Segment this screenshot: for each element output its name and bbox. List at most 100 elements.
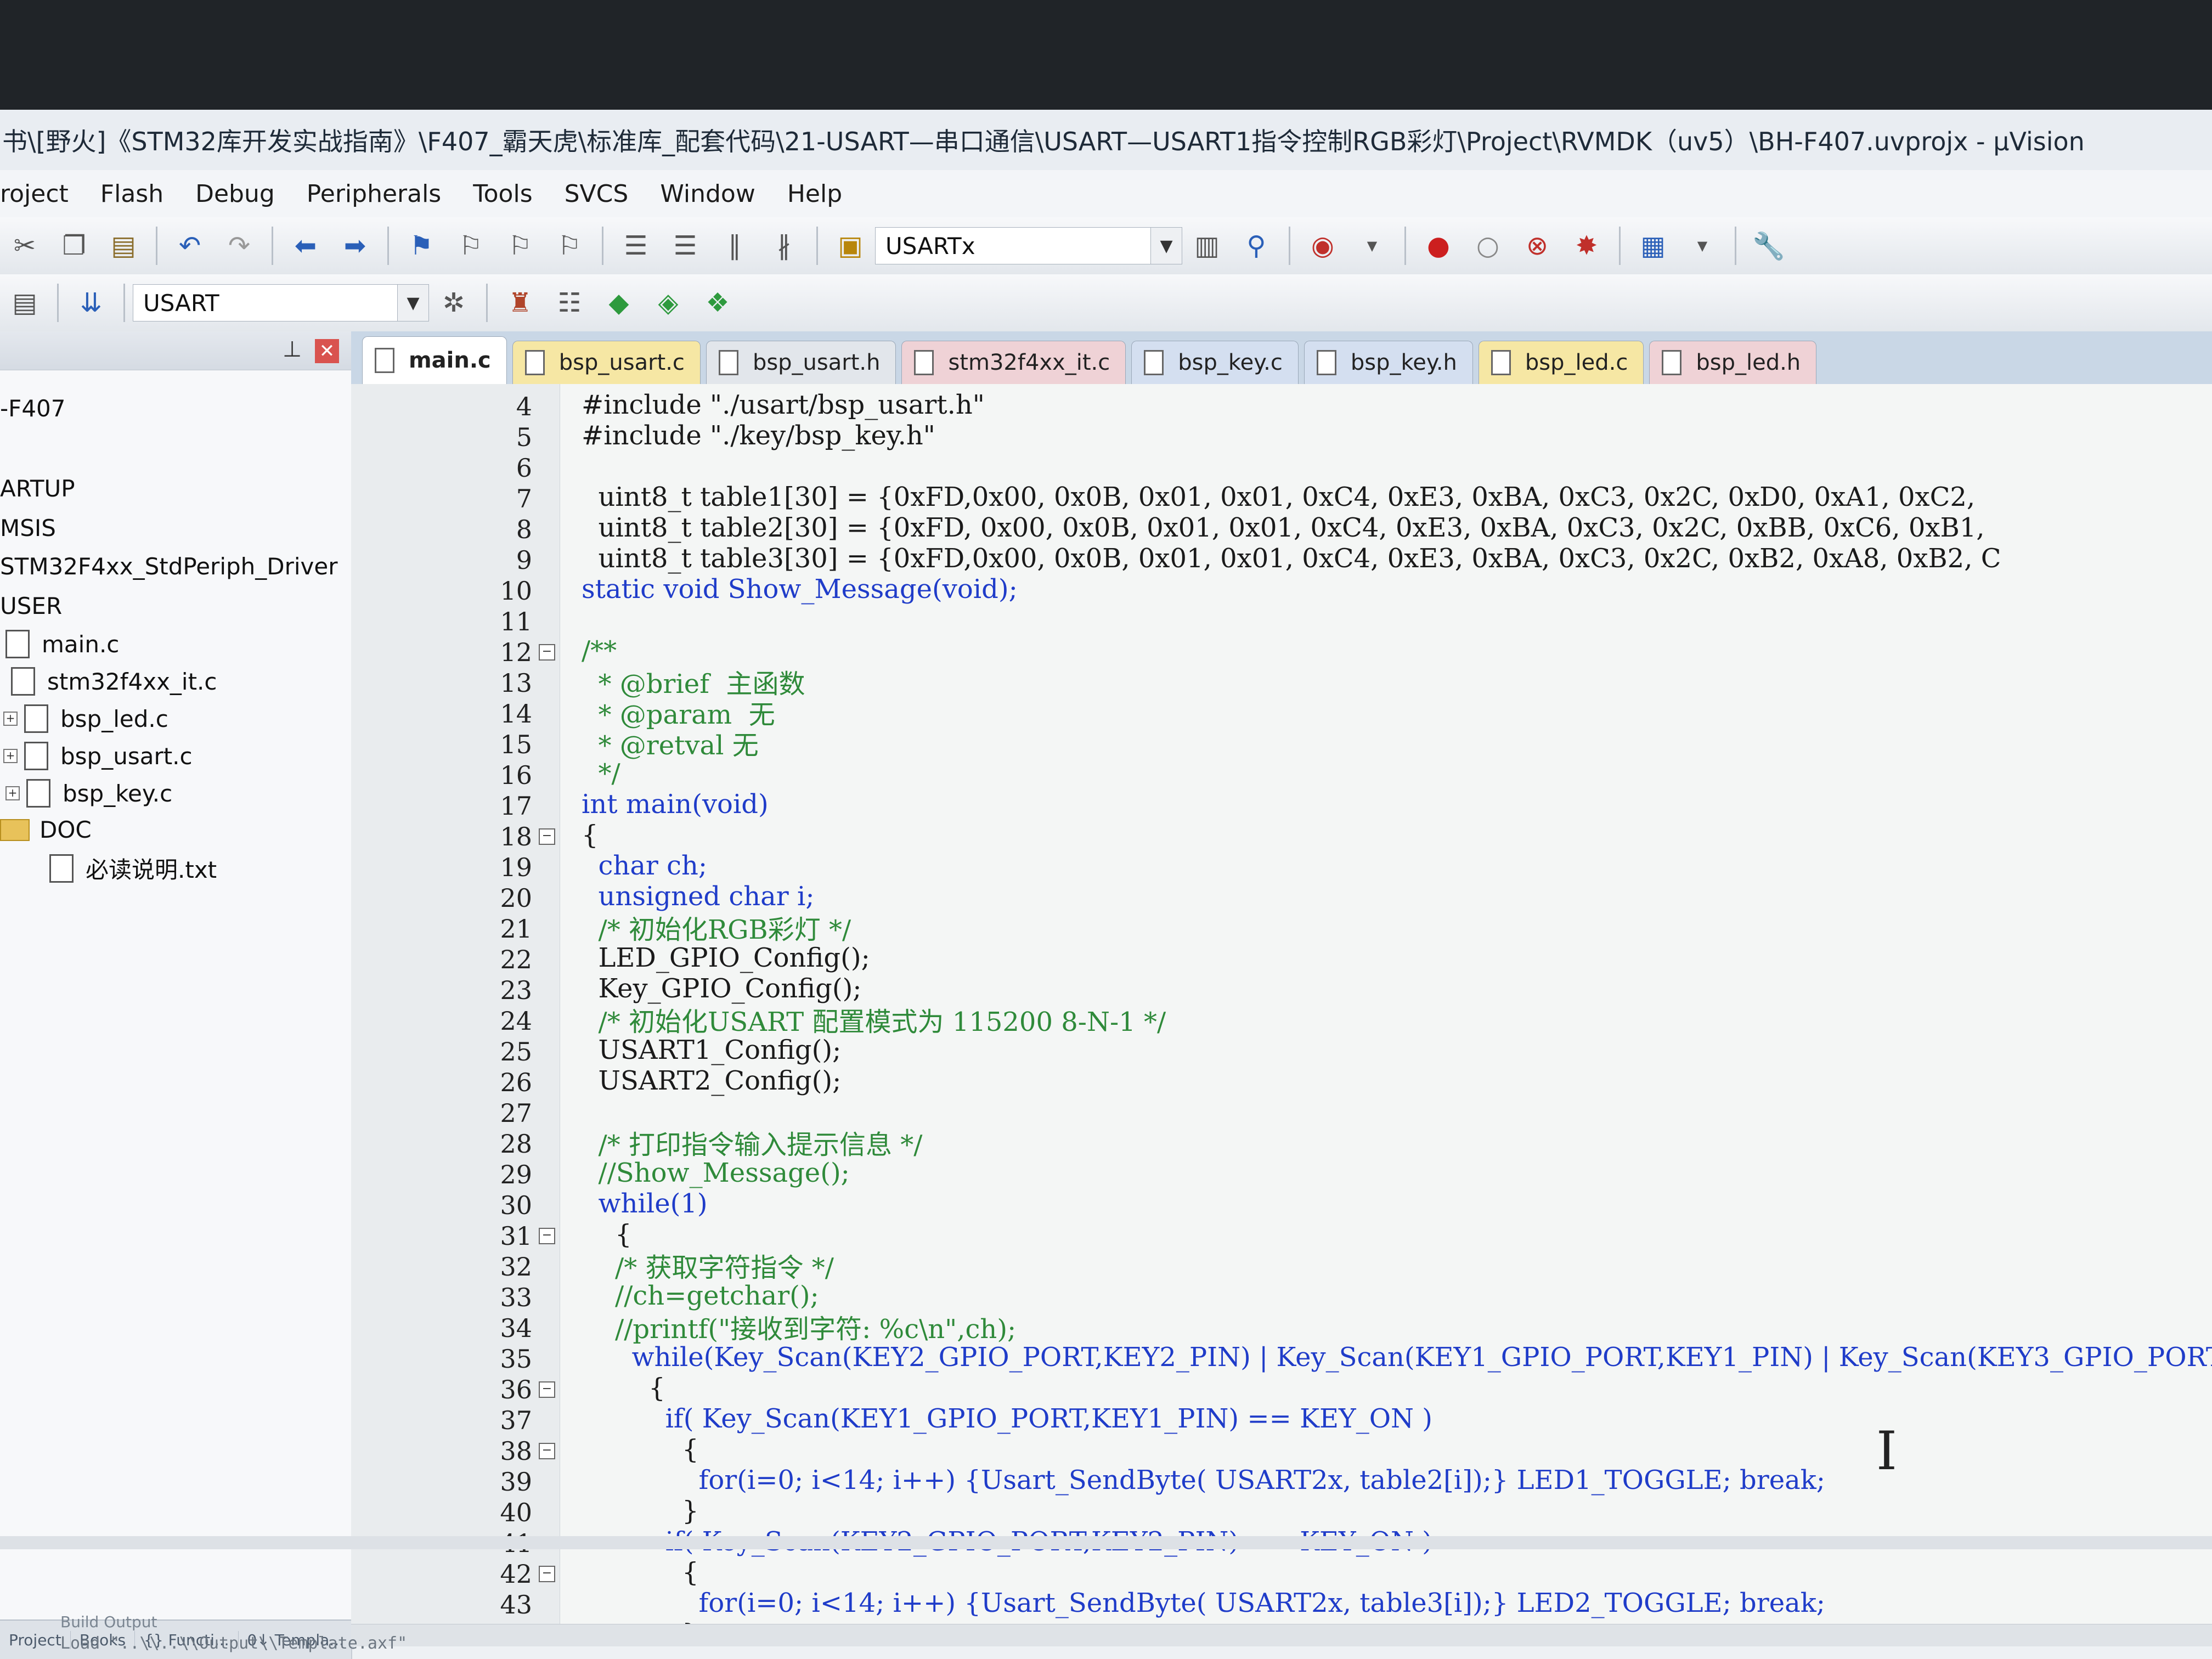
- chevron-down-icon[interactable]: ▼: [1150, 228, 1182, 264]
- tree-group-doc[interactable]: DOC: [0, 816, 92, 843]
- code-line[interactable]: USART1_Config();: [582, 1035, 842, 1065]
- undo-icon[interactable]: ↶: [171, 227, 209, 265]
- tree-group-startup[interactable]: ARTUP: [0, 475, 75, 502]
- code-line[interactable]: * @brief 主函数: [582, 666, 805, 699]
- code-line[interactable]: uint8_t table2[30] = {0xFD, 0x00, 0x0B, …: [582, 512, 1985, 543]
- tree-file-bsp-led[interactable]: + bsp_led.c: [3, 704, 168, 733]
- fold-toggle-icon[interactable]: −: [539, 828, 555, 845]
- menu-window[interactable]: Window: [660, 180, 755, 208]
- breakpoint-disable-all-icon[interactable]: ⊗: [1518, 227, 1556, 265]
- expand-icon[interactable]: +: [3, 749, 18, 763]
- paste-icon[interactable]: ▤: [104, 227, 143, 265]
- fold-toggle-icon[interactable]: −: [539, 1443, 555, 1459]
- select-packs-icon[interactable]: ◆: [600, 284, 638, 322]
- code-line[interactable]: {: [582, 1557, 699, 1588]
- bookmark-insert-icon[interactable]: ⚑: [402, 227, 441, 265]
- code-line[interactable]: //ch=getchar();: [582, 1280, 819, 1311]
- code-line[interactable]: * @retval 无: [582, 727, 759, 761]
- comment-icon[interactable]: ∥: [715, 227, 754, 265]
- editor-tab[interactable]: bsp_key.h: [1304, 341, 1473, 384]
- close-icon[interactable]: ✕: [315, 339, 339, 363]
- code-line[interactable]: unsigned char i;: [582, 881, 815, 912]
- code-line[interactable]: //Show_Message();: [582, 1158, 850, 1188]
- manage-components-icon[interactable]: ☷: [550, 284, 589, 322]
- code-line[interactable]: #include "./key/bsp_key.h": [582, 420, 935, 451]
- menu-tools[interactable]: Tools: [473, 180, 532, 208]
- code-line[interactable]: uint8_t table3[30] = {0xFD,0x00, 0x0B, 0…: [582, 543, 2001, 574]
- tree-file-readme[interactable]: 必读说明.txt: [49, 851, 217, 885]
- editor-tab[interactable]: main.c: [362, 336, 507, 384]
- bookmark-clear-icon[interactable]: ⚐: [550, 227, 589, 265]
- code-line[interactable]: /**: [582, 635, 617, 666]
- code-line[interactable]: /* 初始化RGB彩灯 */: [582, 912, 851, 945]
- fold-toggle-icon[interactable]: −: [539, 1381, 555, 1398]
- code-line[interactable]: int main(void): [582, 789, 769, 820]
- debug-session-icon[interactable]: ◉: [1304, 227, 1342, 265]
- code-line[interactable]: }: [582, 1618, 699, 1624]
- code-line[interactable]: while(Key_Scan(KEY2_GPIO_PORT,KEY2_PIN) …: [582, 1342, 2212, 1373]
- bookmark-prev-icon[interactable]: ⚐: [452, 227, 490, 265]
- tree-file-main[interactable]: main.c: [5, 630, 119, 658]
- menu-svcs[interactable]: SVCS: [565, 180, 629, 208]
- bookmark-next-icon[interactable]: ⚐: [501, 227, 539, 265]
- menu-help[interactable]: Help: [787, 180, 842, 208]
- code-line[interactable]: {: [582, 820, 599, 850]
- tree-file-stm32f4xx-it[interactable]: stm32f4xx_it.c: [11, 667, 217, 696]
- tree-root[interactable]: -F407: [0, 395, 65, 422]
- editor-tab[interactable]: bsp_usart.h: [706, 341, 896, 384]
- copy-icon[interactable]: ❐: [55, 227, 93, 265]
- window-layout-icon[interactable]: ▦: [1634, 227, 1672, 265]
- tree-file-bsp-key[interactable]: + bsp_key.c: [5, 779, 172, 808]
- code-line[interactable]: Key_GPIO_Config();: [582, 973, 862, 1004]
- pack-installer-icon[interactable]: ◈: [649, 284, 687, 322]
- chevron-down-icon[interactable]: ▼: [1353, 227, 1391, 265]
- navigate-forward-icon[interactable]: ➡: [336, 227, 374, 265]
- tree-group-user[interactable]: USER: [0, 592, 62, 619]
- code-line[interactable]: #include "./usart/bsp_usart.h": [582, 390, 985, 420]
- pin-icon[interactable]: ⊥: [283, 337, 302, 362]
- editor-tab[interactable]: bsp_led.c: [1478, 341, 1644, 384]
- code-line[interactable]: */: [582, 758, 620, 789]
- code-line[interactable]: uint8_t table1[30] = {0xFD,0x00, 0x0B, 0…: [582, 482, 1976, 512]
- indent-icon[interactable]: ☰: [617, 227, 655, 265]
- menu-project[interactable]: roject: [0, 180, 69, 208]
- code-line[interactable]: * @param 无: [582, 697, 775, 730]
- unindent-icon[interactable]: ☰: [666, 227, 704, 265]
- editor-tab[interactable]: stm32f4xx_it.c: [901, 341, 1126, 384]
- code-line[interactable]: static void Show_Message(void);: [582, 574, 1018, 605]
- breakpoint-kill-all-icon[interactable]: ✸: [1567, 227, 1606, 265]
- configure-icon[interactable]: 🔧: [1750, 227, 1788, 265]
- incremental-find-icon[interactable]: ▥: [1188, 227, 1226, 265]
- find-in-files-icon[interactable]: ▣: [831, 227, 870, 265]
- menu-peripherals[interactable]: Peripherals: [307, 180, 441, 208]
- editor-tab[interactable]: bsp_usart.c: [512, 341, 701, 384]
- code-line[interactable]: LED_GPIO_Config();: [582, 943, 870, 973]
- expand-icon[interactable]: +: [5, 786, 20, 800]
- tree-group-cmsis[interactable]: MSIS: [0, 515, 56, 541]
- navigate-back-icon[interactable]: ⬅: [286, 227, 325, 265]
- editor-tab[interactable]: bsp_key.c: [1131, 341, 1299, 384]
- chevron-down-icon[interactable]: ▼: [397, 285, 428, 321]
- download-load-icon[interactable]: ⇊: [72, 284, 110, 322]
- breakpoint-enable-icon[interactable]: ○: [1469, 227, 1507, 265]
- code-editor[interactable]: 4 5 6 7 8 9 10 11 12−13 14 15 16 17 18−19 20 21 22 23 24 25…: [351, 384, 2212, 1624]
- find-icon[interactable]: ⚲: [1237, 227, 1276, 265]
- code-line[interactable]: if( Key_Scan(KEY1_GPIO_PORT,KEY1_PIN) ==…: [582, 1403, 1432, 1434]
- find-combo[interactable]: USARTx ▼: [875, 227, 1182, 264]
- fold-toggle-icon[interactable]: −: [539, 644, 555, 661]
- code-line[interactable]: {: [582, 1434, 699, 1465]
- code-line[interactable]: {: [582, 1373, 665, 1403]
- code-line[interactable]: }: [582, 1496, 699, 1526]
- cut-icon[interactable]: ✂: [5, 227, 44, 265]
- code-line[interactable]: {: [582, 1219, 632, 1250]
- uncomment-icon[interactable]: ∦: [765, 227, 803, 265]
- redo-icon[interactable]: ↷: [220, 227, 258, 265]
- run-time-environment-icon[interactable]: ❖: [698, 284, 737, 322]
- expand-icon[interactable]: +: [3, 712, 18, 726]
- code-line[interactable]: /* 获取字符指令 */: [582, 1250, 834, 1283]
- tree-file-bsp-usart[interactable]: + bsp_usart.c: [3, 742, 193, 770]
- breakpoint-insert-icon[interactable]: ●: [1419, 227, 1458, 265]
- code-line[interactable]: //printf("接收到字符: %c\n",ch);: [582, 1311, 1016, 1345]
- editor-tab[interactable]: bsp_led.h: [1649, 341, 1817, 384]
- horizontal-scrollbar[interactable]: [351, 1624, 2212, 1646]
